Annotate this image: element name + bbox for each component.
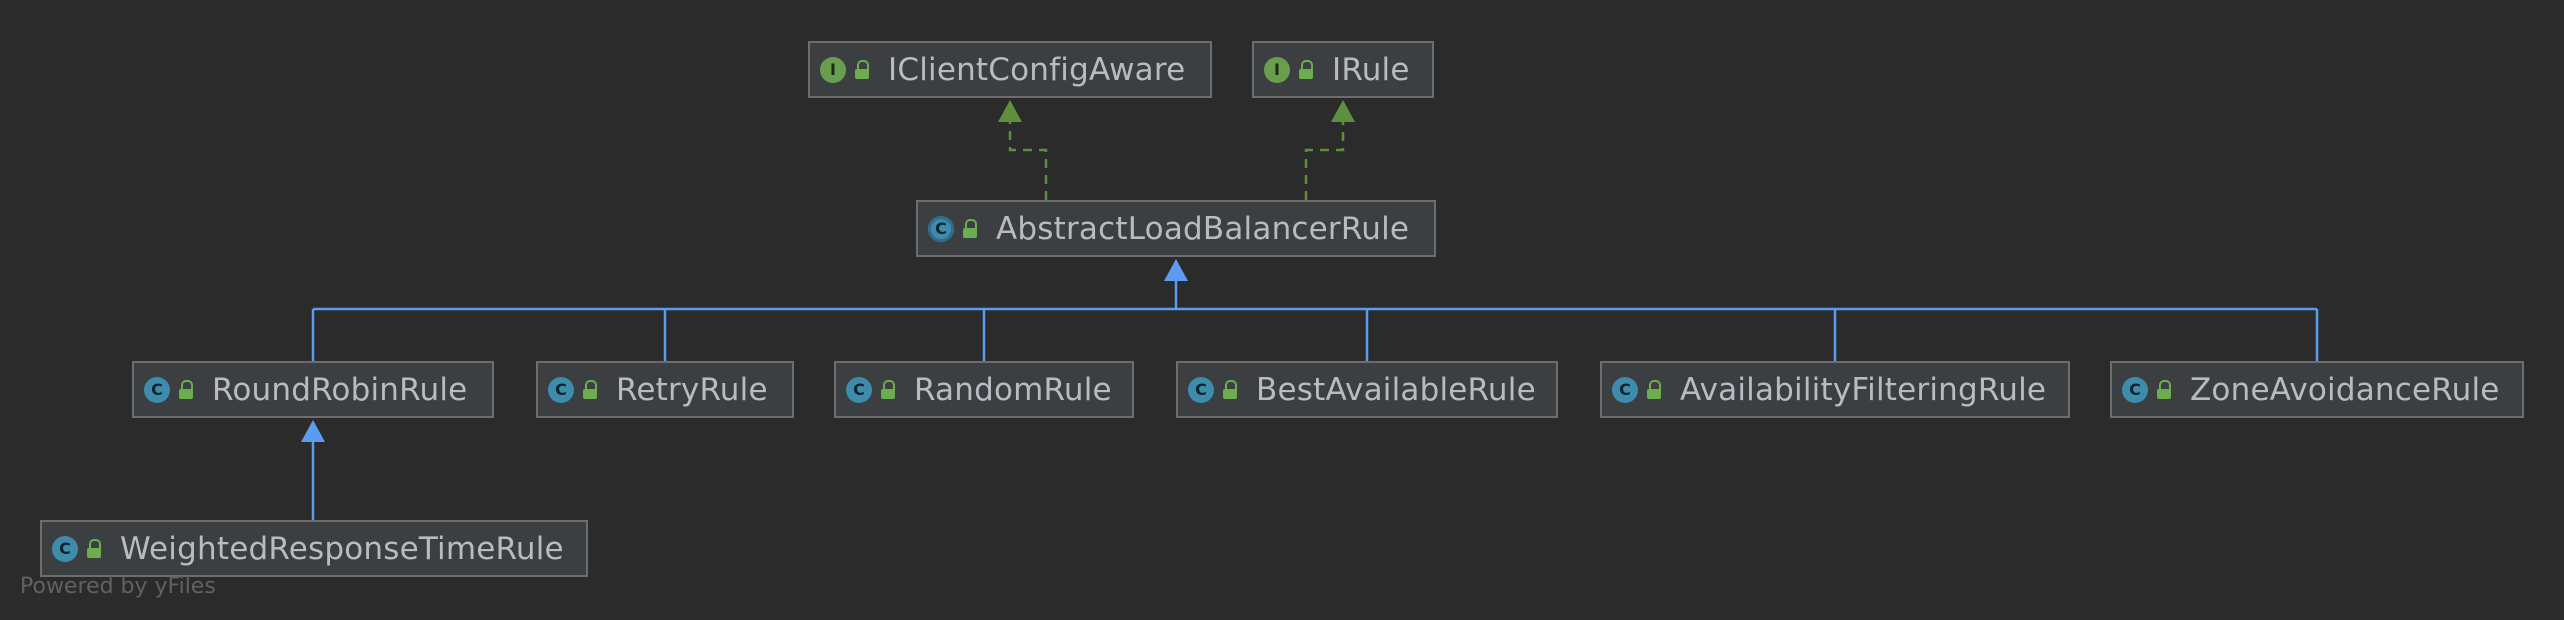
- class-name-label: RoundRobinRule: [212, 371, 468, 408]
- powered-by-watermark: Powered by yFiles: [20, 574, 216, 599]
- class-icon: C: [2122, 376, 2148, 403]
- class-node-randomrule[interactable]: C RandomRule: [834, 361, 1134, 418]
- class-node-zoneavoidancerule[interactable]: C ZoneAvoidanceRule: [2110, 361, 2524, 418]
- public-lock-icon: [86, 538, 102, 559]
- class-name-label: ZoneAvoidanceRule: [2190, 371, 2500, 408]
- class-name-label: AvailabilityFilteringRule: [1680, 371, 2047, 408]
- class-name-label: IClientConfigAware: [888, 51, 1186, 88]
- class-icon: C: [1612, 376, 1638, 403]
- extends-arrowhead-abstractloadbalancerrule: [1164, 259, 1188, 281]
- class-icon: C: [846, 376, 872, 403]
- public-lock-icon: [582, 379, 598, 400]
- class-name-label: AbstractLoadBalancerRule: [996, 210, 1410, 247]
- class-node-irule[interactable]: I IRule: [1252, 41, 1434, 98]
- abstract-class-icon: C: [928, 215, 954, 242]
- class-node-iclientconfigaware[interactable]: I IClientConfigAware: [808, 41, 1212, 98]
- class-node-bestavailablerule[interactable]: C BestAvailableRule: [1176, 361, 1558, 418]
- interface-icon: I: [820, 56, 846, 83]
- class-icon: C: [52, 535, 78, 562]
- public-lock-icon: [1222, 379, 1238, 400]
- public-lock-icon: [854, 59, 870, 80]
- class-node-retryrule[interactable]: C RetryRule: [536, 361, 794, 418]
- public-lock-icon: [1646, 379, 1662, 400]
- class-name-label: IRule: [1332, 51, 1410, 88]
- public-lock-icon: [1298, 59, 1314, 80]
- public-lock-icon: [178, 379, 194, 400]
- class-icon: C: [1188, 376, 1214, 403]
- class-node-abstractloadbalancerrule[interactable]: C AbstractLoadBalancerRule: [916, 200, 1436, 257]
- class-name-label: WeightedResponseTimeRule: [120, 530, 564, 567]
- public-lock-icon: [880, 379, 896, 400]
- implements-edge-iclientconfigaware: [1008, 120, 1048, 200]
- class-node-availabilityfilteringrule[interactable]: C AvailabilityFilteringRule: [1600, 361, 2070, 418]
- public-lock-icon: [962, 218, 978, 239]
- class-node-roundrobinrule[interactable]: C RoundRobinRule: [132, 361, 494, 418]
- class-node-weightedresponsetimerule[interactable]: C WeightedResponseTimeRule: [40, 520, 588, 577]
- extends-arrowhead-roundrobinrule: [301, 420, 325, 442]
- implements-edge-irule: [1304, 120, 1345, 200]
- public-lock-icon: [2156, 379, 2172, 400]
- class-icon: C: [144, 376, 170, 403]
- class-diagram-canvas: I IClientConfigAware I IRule C AbstractLoadBa…: [0, 0, 2564, 620]
- class-name-label: RandomRule: [914, 371, 1112, 408]
- implements-arrowhead-irule: [1331, 100, 1355, 122]
- class-name-label: BestAvailableRule: [1256, 371, 1536, 408]
- implements-arrowhead-iclientconfigaware: [998, 100, 1022, 122]
- interface-icon: I: [1264, 56, 1290, 83]
- class-icon: C: [548, 376, 574, 403]
- class-name-label: RetryRule: [616, 371, 768, 408]
